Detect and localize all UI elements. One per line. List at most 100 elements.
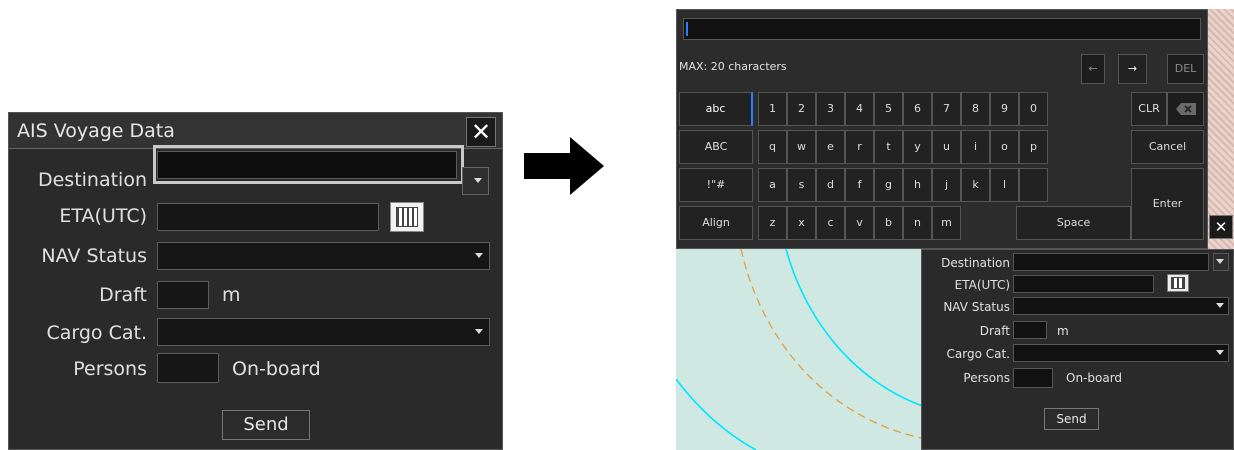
send-button[interactable]: Send	[1044, 408, 1099, 430]
nav-status-select[interactable]	[157, 242, 490, 270]
char-key[interactable]: a	[758, 168, 787, 202]
persons-input[interactable]	[157, 353, 219, 383]
char-key[interactable]: k	[961, 168, 990, 202]
destination-label: Destination	[941, 256, 1010, 270]
mode-key[interactable]: abc	[679, 92, 753, 126]
char-key[interactable]: 0	[1019, 92, 1048, 126]
arrow-icon	[524, 153, 572, 179]
chevron-down-icon	[475, 329, 483, 334]
char-key[interactable]: h	[903, 168, 932, 202]
close-icon[interactable]: ✕	[466, 117, 496, 147]
char-key[interactable]: 7	[932, 92, 961, 126]
draft-unit: m	[222, 284, 241, 306]
char-key[interactable]: v	[845, 206, 874, 240]
eta-input[interactable]	[1013, 275, 1154, 293]
cursor-right-key[interactable]: →	[1118, 54, 1147, 84]
chevron-down-icon	[1216, 350, 1224, 355]
close-icon[interactable]: ✕	[1209, 215, 1233, 239]
draft-input[interactable]	[1013, 321, 1047, 339]
chevron-down-icon	[474, 178, 482, 183]
cargo-select[interactable]	[1013, 344, 1229, 362]
eta-label: ETA(UTC)	[59, 205, 147, 227]
char-key[interactable]: 3	[816, 92, 845, 126]
mode-key[interactable]: !"#	[679, 168, 753, 202]
cargo-select[interactable]	[157, 318, 490, 346]
draft-label: Draft	[99, 284, 147, 306]
char-key[interactable]: f	[845, 168, 874, 202]
ais-voyage-data-dialog: AIS Voyage Data ✕ Destination ETA(UTC) N…	[8, 112, 503, 450]
cargo-label: Cargo Cat.	[46, 322, 147, 344]
eta-label: ETA(UTC)	[954, 278, 1010, 292]
destination-dropdown-button[interactable]	[462, 167, 489, 195]
backspace-icon	[1175, 103, 1196, 115]
char-key[interactable]: j	[932, 168, 961, 202]
char-key[interactable]: m	[932, 206, 961, 240]
space-key[interactable]: Space	[1016, 206, 1131, 240]
draft-unit: m	[1057, 324, 1069, 338]
backspace-key[interactable]	[1167, 92, 1204, 126]
char-key[interactable]: r	[845, 130, 874, 164]
char-key[interactable]: s	[787, 168, 816, 202]
persons-label: Persons	[73, 358, 147, 380]
send-button[interactable]: Send	[222, 410, 310, 440]
char-key[interactable]: 1	[758, 92, 787, 126]
clr-key[interactable]: CLR	[1131, 92, 1167, 126]
software-keyboard: MAX: 20 characters ← → DEL Space CLR Can…	[676, 9, 1208, 249]
char-key[interactable]: w	[787, 130, 816, 164]
char-key[interactable]: 6	[903, 92, 932, 126]
enter-key[interactable]: Enter	[1131, 168, 1204, 240]
char-key[interactable]: n	[903, 206, 932, 240]
calendar-icon[interactable]	[1167, 274, 1189, 292]
char-key[interactable]: 8	[961, 92, 990, 126]
char-key[interactable]: 5	[874, 92, 903, 126]
char-key[interactable]: l	[990, 168, 1019, 202]
char-key[interactable]: e	[816, 130, 845, 164]
char-key[interactable]: g	[874, 168, 903, 202]
char-key[interactable]: o	[990, 130, 1019, 164]
char-key[interactable]: z	[758, 206, 787, 240]
nav-status-label: NAV Status	[943, 300, 1010, 314]
chevron-down-icon	[1216, 259, 1224, 264]
char-key[interactable]: 2	[787, 92, 816, 126]
char-key[interactable]: x	[787, 206, 816, 240]
chevron-down-icon	[1216, 303, 1224, 308]
nav-status-label: NAV Status	[41, 245, 147, 267]
nav-status-select[interactable]	[1013, 297, 1229, 315]
destination-dropdown-button[interactable]	[1213, 253, 1229, 271]
cursor-left-key[interactable]: ←	[1081, 54, 1105, 84]
dialog-title: AIS Voyage Data	[9, 113, 502, 149]
text-caret	[686, 22, 688, 36]
ais-voyage-data-panel: Destination ETA(UTC) NAV Status Draft m …	[921, 249, 1234, 450]
blank-key	[1019, 168, 1048, 202]
char-key[interactable]: q	[758, 130, 787, 164]
persons-label: Persons	[963, 371, 1010, 385]
char-key[interactable]: d	[816, 168, 845, 202]
char-key[interactable]: t	[874, 130, 903, 164]
destination-label: Destination	[37, 169, 147, 191]
char-key[interactable]: y	[903, 130, 932, 164]
destination-input[interactable]	[1013, 253, 1209, 271]
char-key[interactable]: b	[874, 206, 903, 240]
right-screen: MAX: 20 characters ← → DEL Space CLR Can…	[676, 9, 1234, 450]
arrow-head-icon	[570, 137, 604, 195]
del-key[interactable]: DEL	[1167, 54, 1204, 84]
draft-label: Draft	[979, 324, 1010, 338]
mode-key[interactable]: ABC	[679, 130, 753, 164]
cancel-key[interactable]: Cancel	[1131, 130, 1204, 164]
draft-input[interactable]	[157, 281, 209, 309]
eta-input[interactable]	[157, 203, 379, 231]
persons-input[interactable]	[1013, 368, 1053, 388]
char-key[interactable]: 4	[845, 92, 874, 126]
char-key[interactable]: u	[932, 130, 961, 164]
chart-hatch-area	[1208, 9, 1234, 249]
char-key[interactable]: 9	[990, 92, 1019, 126]
char-key[interactable]: p	[1019, 130, 1048, 164]
keyboard-input[interactable]	[683, 18, 1201, 40]
calendar-icon[interactable]	[390, 202, 424, 232]
char-key[interactable]: i	[961, 130, 990, 164]
max-characters-text: MAX: 20 characters	[679, 60, 787, 73]
destination-highlight-frame	[153, 145, 464, 184]
mode-key[interactable]: Align	[679, 206, 753, 240]
chevron-down-icon	[475, 253, 483, 258]
char-key[interactable]: c	[816, 206, 845, 240]
